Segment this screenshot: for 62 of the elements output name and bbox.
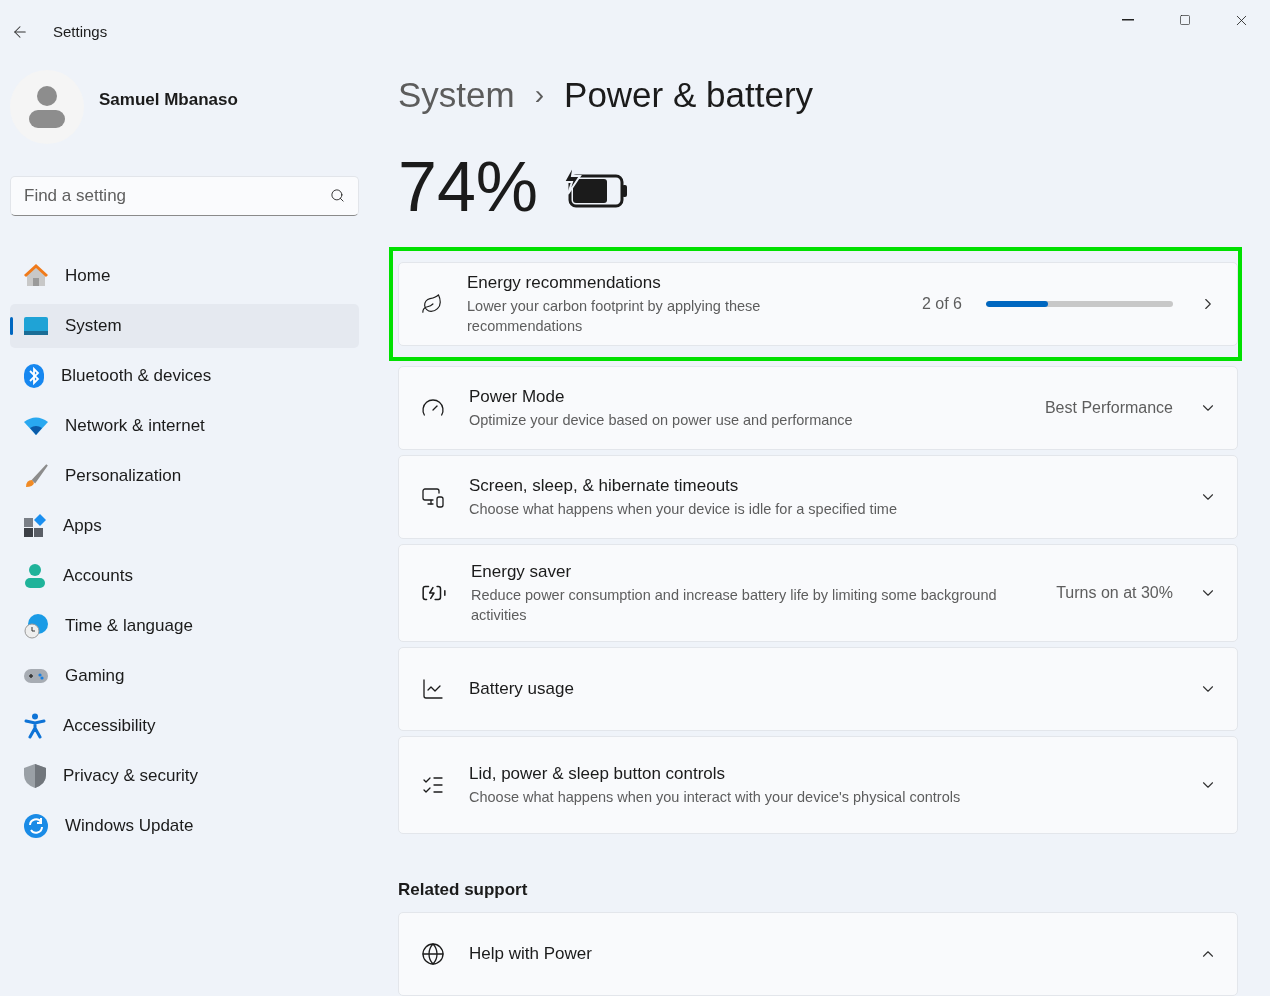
setting-card[interactable]: Screen, sleep, & hibernate timeouts Choose what happens when your device is idle for a specified time — [398, 455, 1238, 539]
setting-card[interactable]: Lid, power & sleep button controls Choose what happens when you interact with your device's physical controls — [398, 736, 1238, 834]
search-icon — [330, 188, 345, 203]
setting-title: Battery usage — [469, 679, 575, 699]
apps-icon — [23, 514, 47, 538]
minimize-icon — [1121, 19, 1134, 21]
shield-icon — [23, 763, 47, 789]
search-field[interactable]: Find a setting — [10, 176, 359, 216]
setting-description: Choose what happens when your device is idle for a specified time — [469, 499, 898, 519]
sidebar-item[interactable]: Windows Update — [10, 804, 359, 848]
setting-title: Lid, power & sleep button controls — [469, 763, 727, 784]
sidebar-item[interactable]: Time & language — [10, 604, 359, 648]
bluetooth-icon — [23, 363, 45, 389]
setting-value: Turns on at 30% — [1056, 584, 1173, 602]
sidebar-item[interactable]: Accounts — [10, 554, 359, 598]
page-title: Power & battery — [564, 74, 814, 115]
wifi-icon — [23, 416, 49, 436]
screen-sleep-icon — [421, 485, 445, 509]
setting-title: Energy saver — [471, 561, 573, 582]
line-chart-icon — [421, 677, 445, 701]
setting-title: Energy recommendations — [467, 272, 662, 293]
setting-title: Power Mode — [469, 386, 566, 407]
setting-card[interactable]: Energy saver Reduce power consumption and increase battery life by limiting some background activities Turns on at 30% — [398, 544, 1238, 642]
sidebar-item[interactable]: Personalization — [10, 454, 359, 498]
maximize-icon — [1178, 14, 1191, 26]
paintbrush-icon — [23, 463, 49, 489]
window-title: Settings — [53, 23, 108, 40]
setting-title: Screen, sleep, & hibernate timeouts — [469, 475, 740, 496]
sidebar-item[interactable]: Privacy & security — [10, 754, 359, 798]
sidebar-item[interactable]: Accessibility — [10, 704, 359, 748]
sidebar-item[interactable]: System — [10, 304, 359, 348]
globe-icon — [421, 942, 445, 966]
user-icon — [28, 85, 66, 129]
monitor-icon — [23, 315, 49, 337]
sidebar-item[interactable]: Bluetooth & devices — [10, 354, 359, 398]
setting-card[interactable]: Power Mode Optimize your device based on power use and performance Best Performance — [398, 366, 1238, 450]
battery-percent: 74% — [398, 147, 539, 227]
sidebar-item[interactable]: Gaming — [10, 654, 359, 698]
setting-description: Optimize your device based on power use and performance — [469, 410, 854, 430]
sidebar-item[interactable]: Apps — [10, 504, 359, 548]
home-icon — [23, 263, 49, 289]
update-icon — [23, 813, 49, 839]
setting-description: Choose what happens when you interact with your device's physical controls — [469, 787, 962, 807]
section-heading: Related support — [398, 880, 529, 900]
sidebar-item[interactable]: Network & internet — [10, 404, 359, 448]
breadcrumb-link[interactable]: System — [398, 74, 515, 115]
sidebar-item[interactable]: Home — [10, 254, 359, 298]
setting-title: Help with Power — [469, 944, 593, 964]
game-controller-icon — [23, 667, 49, 685]
setting-value: 2 of 6 — [921, 295, 962, 313]
setting-card[interactable]: Battery usage — [398, 647, 1238, 731]
setting-value: Best Performance — [1044, 399, 1173, 417]
user-name: Samuel Mbanaso — [99, 90, 238, 110]
setting-card[interactable]: Energy recommendations Lower your carbon footprint by applying these recommendations 2 of 6 — [398, 262, 1238, 346]
setting-card[interactable]: Help with Power — [398, 912, 1238, 996]
accessibility-icon — [23, 713, 47, 739]
breadcrumb-separator: › — [534, 78, 545, 111]
globe-clock-icon — [23, 613, 49, 639]
setting-description: Lower your carbon footprint by applying these recommendations — [467, 296, 762, 336]
leaf-icon — [421, 293, 443, 315]
person-icon — [23, 563, 47, 589]
setting-description: Reduce power consumption and increase battery life by limiting some background activities — [471, 585, 998, 625]
